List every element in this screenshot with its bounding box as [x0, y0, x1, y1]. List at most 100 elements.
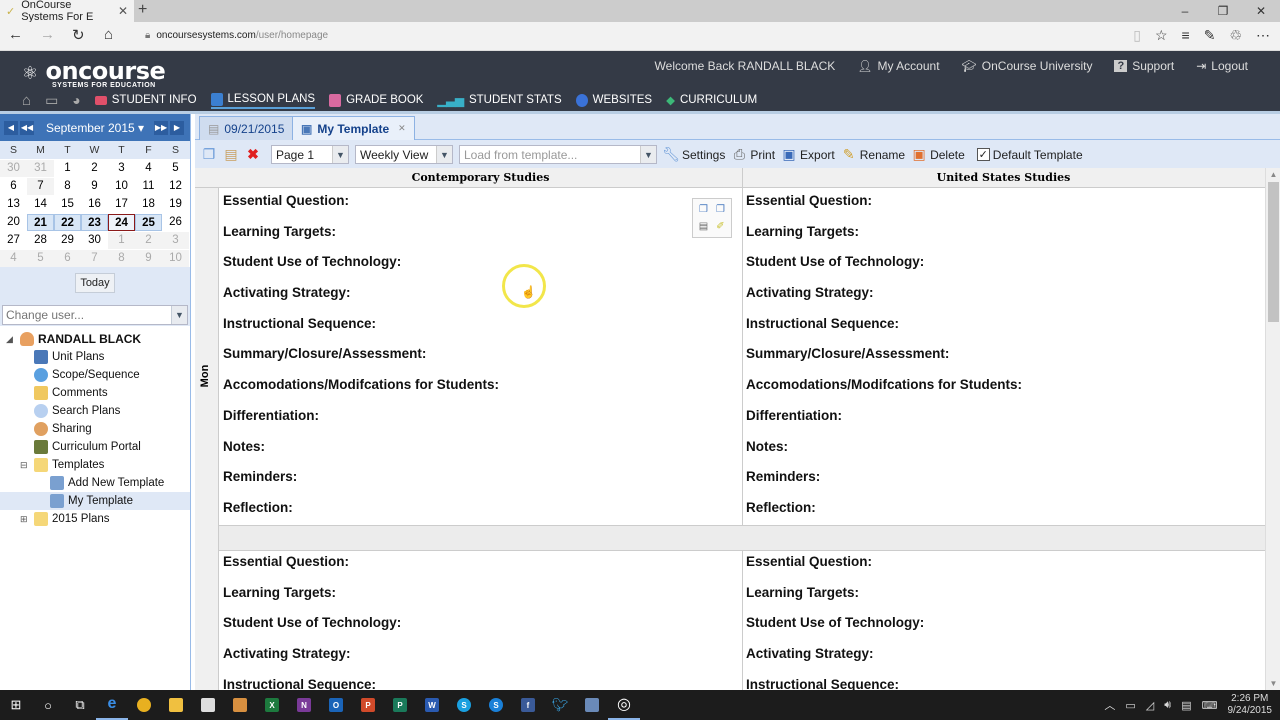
collapse-arrow-icon[interactable]: ◢ [6, 334, 16, 345]
excel-icon[interactable]: X [256, 690, 288, 720]
copy-cell-icon[interactable]: ❐ [696, 202, 711, 217]
rename-button[interactable]: ✎ Rename [841, 146, 905, 163]
facebook-icon[interactable]: f [512, 690, 544, 720]
calendar-day[interactable]: 18 [135, 196, 162, 213]
my-account-link[interactable]: 👤︎ My Account [857, 59, 939, 73]
calendar-day[interactable]: 20 [0, 214, 27, 231]
change-user-combo[interactable]: ▼ [2, 305, 188, 325]
reports-pie-icon[interactable]: ◕ [72, 92, 80, 108]
calendar-day[interactable]: 21 [27, 213, 54, 231]
file-explorer-icon[interactable] [160, 690, 192, 720]
word-icon[interactable]: W [416, 690, 448, 720]
tab-date[interactable]: ▤ 09/21/2015 [199, 116, 294, 140]
load-template-select[interactable]: Load from template... ▼ [459, 145, 657, 164]
start-windows-icon[interactable]: ⊞ [0, 690, 32, 720]
calendar-day[interactable]: 4 [135, 160, 162, 177]
tree-folder-templates[interactable]: ⊟ Templates [20, 456, 104, 474]
calendar-day[interactable]: 9 [81, 178, 108, 195]
chevron-down-icon[interactable]: ▼ [171, 306, 187, 324]
calendar-day[interactable]: 16 [81, 196, 108, 213]
calendar-day[interactable]: 15 [54, 196, 81, 213]
skype-business-icon[interactable]: S [480, 690, 512, 720]
settings-button[interactable]: 🔧︎ Settings [662, 146, 725, 163]
tree-item-sharing[interactable]: Sharing [34, 420, 92, 438]
next-month-button[interactable]: ▶ [170, 120, 184, 135]
delete-x-icon[interactable]: ✖ [245, 146, 261, 163]
prev-month-button[interactable]: ◀ [4, 120, 18, 135]
calendar-day[interactable]: 3 [108, 160, 135, 177]
calendar-day[interactable]: 6 [54, 249, 81, 267]
support-link[interactable]: ? Support [1114, 59, 1174, 73]
calendar-day[interactable]: 30 [0, 159, 27, 177]
calendar-day[interactable]: 3 [162, 231, 189, 249]
reading-view-icon[interactable]: ▯ [1133, 27, 1141, 44]
print-button[interactable]: ⎙ Print [731, 146, 775, 163]
logout-link[interactable]: ⇥ Logout [1196, 59, 1248, 73]
collapse-minus-icon[interactable]: ⊟ [20, 460, 30, 471]
tree-item-add-new-template[interactable]: Add New Template [50, 474, 164, 492]
today-button[interactable]: Today [75, 273, 115, 293]
calendar-day[interactable]: 2 [135, 231, 162, 249]
home-nav-icon[interactable]: ⌂ [22, 92, 31, 109]
calendar-day[interactable]: 6 [0, 178, 27, 195]
close-tab-icon[interactable]: ✕ [118, 4, 128, 18]
scroll-down-icon[interactable]: ▼ [1266, 679, 1280, 688]
calendar-day[interactable]: 7 [27, 177, 54, 195]
restore-button[interactable]: ❐ [1204, 0, 1242, 22]
skype-icon[interactable]: S [448, 690, 480, 720]
calendar-day[interactable]: 23 [81, 213, 108, 231]
twitter-icon[interactable]: 🐦︎ [544, 690, 576, 720]
web-note-icon[interactable]: ✎ [1204, 27, 1216, 44]
expand-plus-icon[interactable]: ⊞ [20, 514, 30, 525]
share-icon[interactable]: ♲ [1229, 27, 1242, 44]
calendar-day[interactable]: 24 [108, 213, 135, 231]
tree-item-my-template[interactable]: My Template [0, 492, 190, 510]
export-button[interactable]: ▣ Export [781, 146, 834, 163]
cell-us-studies-mon[interactable]: Essential Question: Learning Targets: Stud… [746, 192, 1261, 530]
calendar-day[interactable]: 17 [108, 196, 135, 213]
action-center-icon[interactable]: ▤ [1181, 699, 1191, 712]
scrollbar-thumb[interactable] [1268, 182, 1279, 322]
favorite-star-icon[interactable]: ☆ [1155, 27, 1168, 44]
tab-my-template[interactable]: ▣ My Template ✕ [292, 116, 415, 140]
tree-root-user[interactable]: ◢ RANDALL BLACK [6, 330, 141, 348]
close-window-button[interactable]: ✕ [1242, 0, 1280, 22]
calendar-day[interactable]: 26 [162, 214, 189, 231]
tray-chevron-icon[interactable]: ︿ [1104, 697, 1115, 713]
volume-icon[interactable]: 🔊︎ [1164, 699, 1171, 712]
calendar-day[interactable]: 8 [54, 178, 81, 195]
folder-nav-icon[interactable]: ▭ [45, 92, 58, 109]
calendar-day[interactable]: 30 [81, 232, 108, 249]
forward-icon[interactable]: → [40, 26, 55, 43]
calendar-day[interactable]: 13 [0, 196, 27, 213]
prev-year-button[interactable]: ◀◀ [20, 120, 34, 135]
more-icon[interactable]: ⋯ [1256, 27, 1270, 44]
page-select[interactable]: Page 1 ▼ [271, 145, 349, 164]
tree-item-unit-plans[interactable]: Unit Plans [34, 348, 104, 366]
oncourse-logo[interactable]: ⚛ oncourse SYSTEMS FOR EDUCATION [22, 57, 166, 89]
url-field[interactable]: 🔒︎ oncoursesystems.com/user/homepage [145, 30, 328, 41]
calendar-day[interactable]: 10 [162, 249, 189, 267]
outlook-icon[interactable]: O [320, 690, 352, 720]
calendar-day[interactable]: 25 [135, 213, 162, 231]
vertical-scrollbar[interactable]: ▲ ▼ [1265, 168, 1280, 690]
tree-item-scope-sequence[interactable]: Scope/Sequence [34, 366, 140, 384]
nav-lesson-plans[interactable]: LESSON PLANS [210, 91, 316, 109]
cell-contemporary-mon[interactable]: Essential Question: Learning Targets: Stud… [223, 192, 738, 530]
task-view-icon[interactable]: ⧉ [64, 690, 96, 720]
calendar-day[interactable]: 31 [27, 159, 54, 177]
oncourse-university-link[interactable]: 🎓︎ OnCourse University [962, 59, 1093, 73]
calendar-day[interactable]: 12 [162, 178, 189, 195]
calendar-day[interactable]: 5 [162, 160, 189, 177]
close-tab-icon[interactable]: ✕ [398, 123, 406, 134]
clock[interactable]: 2:26 PM 9/24/2015 [1228, 693, 1273, 717]
browser-tab[interactable]: ✓ OnCourse Systems For E ✕ [0, 0, 134, 23]
month-picker[interactable]: September 2015 ▾ [36, 121, 154, 135]
calendar-day[interactable]: 10 [108, 178, 135, 195]
paste-icon[interactable]: ▤ [223, 146, 239, 163]
home-icon[interactable]: ⌂ [104, 26, 113, 43]
copy-to-icon[interactable]: ❐ [713, 202, 728, 217]
battery-icon[interactable]: ▭ [1125, 699, 1135, 712]
powerpoint-icon[interactable]: P [352, 690, 384, 720]
calendar-day[interactable]: 27 [0, 232, 27, 249]
